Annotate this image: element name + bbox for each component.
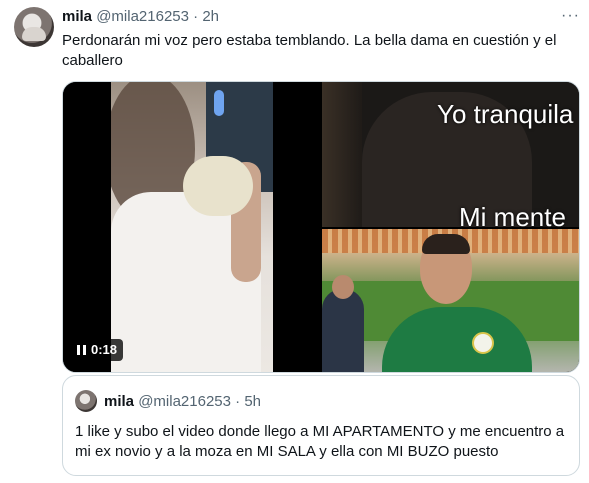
video-player[interactable]: 0:18 <box>63 82 320 372</box>
quoted-tweet-header: mila @mila216253 · 5h <box>104 393 261 411</box>
team-crest-icon <box>472 332 494 354</box>
stadium-photo[interactable] <box>322 229 579 372</box>
tweet-timestamp[interactable]: 2h <box>202 8 219 25</box>
meme-bottom-caption: Mi mente <box>459 202 566 227</box>
quoted-tweet-timestamp: 5h <box>244 393 262 410</box>
author-handle[interactable]: @mila216253 <box>96 8 189 25</box>
video-duration-badge[interactable]: 0:18 <box>71 339 124 361</box>
quoted-author-avatar <box>75 390 97 412</box>
video-duration: 0:18 <box>91 342 118 357</box>
quoted-tweet-text: 1 like y subo el video donde llego a MI … <box>75 423 565 460</box>
video-thumbnail <box>111 82 273 372</box>
header-separator: · <box>193 8 199 25</box>
author-name[interactable]: mila <box>62 8 92 25</box>
quoted-header-separator: · <box>235 393 241 410</box>
pause-icon[interactable] <box>77 345 86 355</box>
meme-image[interactable]: Yo tranquila Mi mente <box>322 82 579 227</box>
tweet-header: mila @mila216253 · 2h <box>62 8 219 26</box>
quoted-author-name: mila <box>104 393 135 410</box>
quoted-author-handle: @mila216253 <box>138 393 231 410</box>
tweet-text: Perdonarán mi voz pero estaba temblando.… <box>62 32 557 69</box>
quoted-tweet[interactable]: mila @mila216253 · 5h 1 like y subo el v… <box>62 375 580 476</box>
author-avatar[interactable] <box>14 7 54 47</box>
media-grid: 0:18 Yo tranquila Mi mente <box>62 81 580 373</box>
more-options-icon[interactable]: ··· <box>561 7 580 25</box>
meme-top-caption: Yo tranquila <box>437 99 574 129</box>
tweet[interactable]: mila @mila216253 · 2h ··· Perdonarán mi … <box>0 0 589 483</box>
